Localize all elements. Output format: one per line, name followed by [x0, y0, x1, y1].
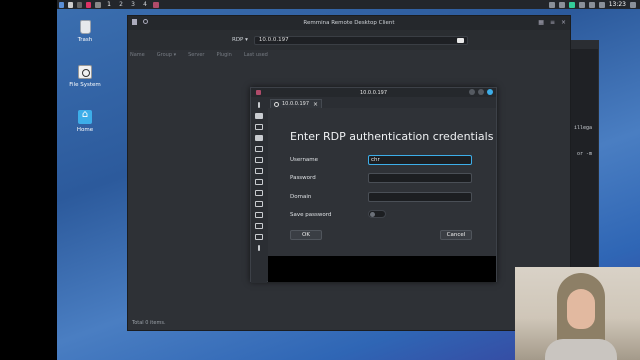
window-titlebar[interactable]: Remmina Remote Desktop Client ▦ ≡ × [128, 16, 570, 30]
clear-icon[interactable] [456, 37, 464, 43]
tab-label: 10.0.0.197 [282, 101, 310, 107]
remmina-task-icon[interactable] [151, 0, 161, 9]
connection-list-header: Name Group ▾ Server Plugin Last used [128, 50, 570, 60]
domain-field[interactable] [368, 192, 472, 202]
desktop-icon-file-system[interactable]: File System [57, 65, 113, 88]
column-header[interactable]: Group ▾ [157, 52, 176, 58]
menu-icon[interactable]: ≡ [550, 19, 555, 26]
ok-button[interactable]: OK [290, 230, 322, 240]
more-icon[interactable] [258, 102, 260, 108]
grid-icon[interactable]: ▦ [538, 19, 544, 26]
desktop-icon-label: File System [69, 82, 101, 88]
new-connection-icon[interactable] [132, 19, 137, 25]
terminal-icon[interactable] [75, 0, 84, 9]
desktop-icon-trash[interactable]: Trash [57, 20, 113, 43]
auth-panel: Enter RDP authentication credentials Use… [268, 108, 496, 256]
network-icon[interactable] [578, 1, 585, 8]
address-input[interactable]: 10.0.0.197 [253, 35, 468, 45]
person-body [545, 339, 617, 360]
battery-icon[interactable] [598, 1, 605, 8]
save-password-label: Save password [290, 212, 332, 218]
screenshot-icon[interactable] [93, 0, 103, 9]
domain-label: Domain [290, 194, 312, 200]
browser-icon[interactable] [84, 0, 93, 9]
keyboard-icon[interactable] [255, 212, 263, 218]
column-header[interactable]: Server [188, 52, 204, 58]
close-tab-icon[interactable]: × [313, 101, 318, 108]
remmina-logo-icon [256, 90, 261, 95]
toolbar-sidebar [251, 97, 267, 283]
fullscreen-icon[interactable] [255, 124, 263, 130]
tab-connection[interactable]: 10.0.0.197 × [270, 99, 322, 108]
system-tray: 13:23 [548, 0, 640, 9]
trash-icon [79, 20, 91, 34]
home-icon[interactable] [255, 113, 263, 119]
username-label: Username [290, 157, 319, 163]
screenshot-icon[interactable] [255, 201, 263, 207]
workspace-2[interactable]: 2 [115, 0, 127, 9]
top-panel: 1 2 3 4 13:23 [57, 0, 640, 9]
terminal-line: or -m [576, 151, 592, 157]
protocol-select[interactable]: RDP ▾ [232, 37, 248, 43]
auth-heading: Enter RDP authentication credentials [290, 130, 494, 143]
dialog-titlebar[interactable]: 10.0.0.197 [251, 88, 496, 97]
address-value: 10.0.0.197 [258, 37, 289, 43]
desktop-icon-label: Trash [77, 37, 93, 43]
chevron-right-icon[interactable] [258, 245, 260, 251]
maximize-icon[interactable] [478, 89, 484, 95]
close-icon[interactable] [487, 89, 493, 95]
column-header[interactable]: Last used [244, 52, 268, 58]
files-icon[interactable] [66, 0, 75, 9]
column-header[interactable]: Plugin [217, 52, 232, 58]
quality-icon[interactable] [255, 157, 263, 163]
quick-connect-bar: RDP ▾ 10.0.0.197 [128, 30, 570, 50]
tools-icon[interactable] [255, 234, 263, 240]
username-value: chr [371, 157, 380, 163]
username-field[interactable]: chr [368, 155, 472, 165]
tray-icon[interactable] [558, 1, 565, 8]
person-face [567, 289, 595, 329]
drive-icon [78, 65, 92, 79]
desktop-icon-home[interactable]: Home [57, 109, 113, 133]
password-field[interactable] [368, 173, 472, 183]
rdp-connection-window: 10.0.0.197 10.0.0.197 × Enter RDP authen… [250, 87, 497, 283]
workspace-1[interactable]: 1 [103, 0, 115, 9]
preferences-icon[interactable] [255, 190, 263, 196]
notification-icon[interactable] [630, 1, 636, 8]
clock[interactable]: 13:23 [609, 1, 626, 8]
tab-bar: 10.0.0.197 × [268, 98, 496, 108]
search-icon[interactable] [143, 19, 148, 24]
settings-icon[interactable] [255, 223, 263, 229]
connection-icon [274, 101, 279, 107]
dynamic-resolution-icon[interactable] [255, 168, 263, 174]
volume-icon[interactable] [588, 1, 595, 8]
minimize-icon[interactable] [469, 89, 475, 95]
window-title: Remmina Remote Desktop Client [303, 20, 395, 26]
tray-icon[interactable] [568, 1, 575, 8]
close-icon[interactable]: × [561, 19, 566, 26]
multi-monitor-icon[interactable] [255, 179, 263, 185]
fit-window-icon[interactable] [255, 146, 263, 152]
app-menu-icon[interactable] [57, 0, 66, 9]
column-header[interactable]: Name [130, 52, 145, 58]
terminal-line: illega [573, 125, 592, 131]
home-folder-icon [78, 109, 92, 124]
workspace-3[interactable]: 3 [127, 0, 139, 9]
password-label: Password [290, 175, 316, 181]
remote-display-area[interactable] [268, 256, 496, 282]
save-password-toggle[interactable] [368, 210, 386, 218]
dialog-window-title: 10.0.0.197 [359, 89, 388, 96]
scale-icon[interactable] [255, 135, 263, 141]
webcam-overlay [515, 267, 640, 360]
cancel-button[interactable]: Cancel [440, 230, 472, 240]
tray-icon[interactable] [548, 1, 555, 8]
desktop-icon-label: Home [76, 127, 94, 133]
workspace-4[interactable]: 4 [139, 0, 151, 9]
status-text: Total 0 items. [132, 320, 166, 326]
